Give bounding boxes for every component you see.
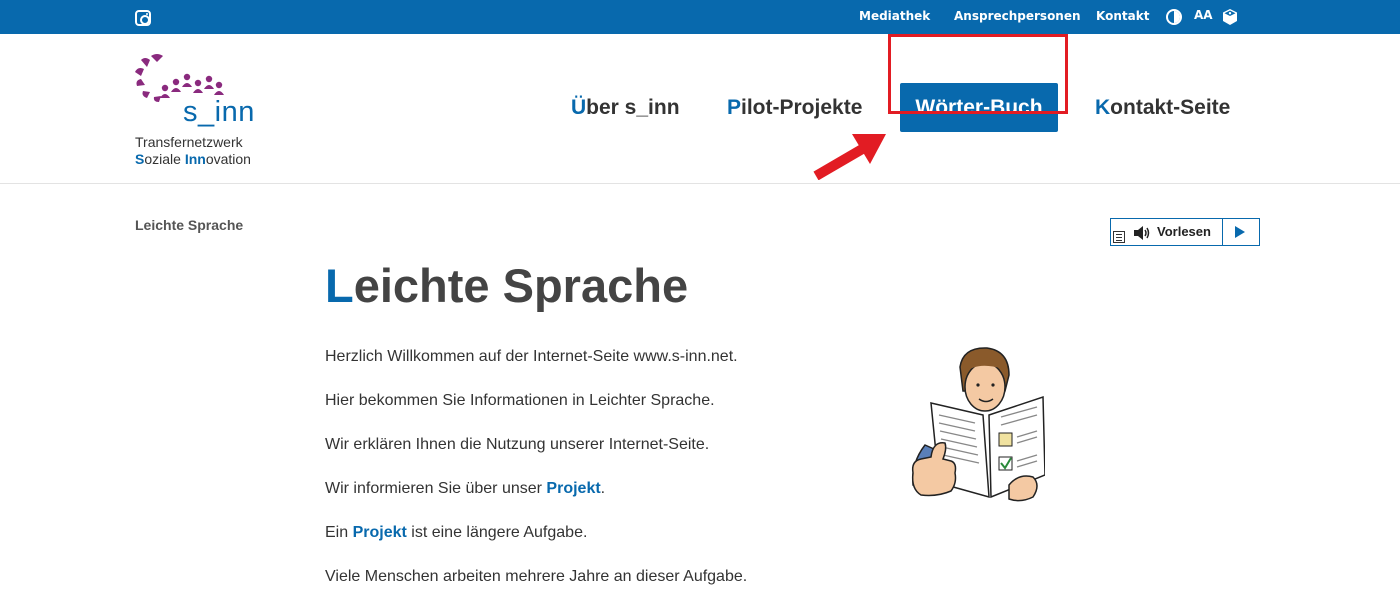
site-logo[interactable]: s_inn Transfernetzwerk Soziale Innovatio… [135,52,275,172]
paragraph-2: Hier bekommen Sie Informationen in Leich… [325,392,715,409]
contrast-icon[interactable] [1166,9,1182,25]
title-rest: eichte Sprache [353,259,689,312]
top-link-kontakt[interactable]: Kontakt [1096,0,1149,32]
paragraph-5: Ein Projekt ist eine längere Aufgabe. [325,524,587,542]
paragraph-text: ist eine längere Aufgabe. [406,524,588,541]
player-divider [1222,219,1223,245]
top-bar: Mediathek Ansprechpersonen Kontakt AA [0,0,1400,34]
nav-initial: P [727,96,742,119]
paragraph-text: Wir informieren Sie über unser [325,480,547,497]
player-menu-icon[interactable] [1113,231,1125,243]
pointer-arrow-icon [813,134,886,180]
logo-subtitle-1: Transfernetzwerk [135,134,243,150]
highlight-box [888,34,1068,114]
logo-sub-s: S [135,151,145,167]
paragraph-1: Herzlich Willkommen auf der Internet-Sei… [325,348,738,365]
nav-ueber-s-inn[interactable]: Über s_inn [571,96,680,120]
accessibility-icon[interactable] [1223,9,1237,25]
reading-person-illustration [911,347,1045,502]
speaker-icon [1134,226,1150,240]
player-label: Vorlesen [1157,224,1211,239]
site-header: s_inn Transfernetzwerk Soziale Innovatio… [0,34,1400,184]
paragraph-6: Viele Menschen arbeiten mehrere Jahre an… [325,568,748,585]
logo-sub-inn: Inn [184,151,206,167]
nav-initial: Ü [571,96,587,119]
read-aloud-player[interactable]: Vorlesen [1110,218,1260,246]
paragraph-3: Wir erklären Ihnen die Nutzung unserer I… [325,436,710,453]
font-size-label: AA [1194,8,1213,22]
paragraph-text: . [600,480,606,497]
nav-initial: K [1095,96,1111,119]
logo-wordmark: s_inn [183,96,255,128]
breadcrumb[interactable]: Leichte Sprache [135,217,243,233]
paragraph-4: Wir informieren Sie über unser Projekt. [325,480,605,498]
page-title: Leichte Sprache [325,258,688,313]
projekt-link[interactable]: Projekt [353,524,407,541]
nav-label: ontakt-Seite [1110,96,1231,119]
logo-sub-oziale: oziale [144,151,185,167]
projekt-link[interactable]: Projekt [546,480,600,497]
nav-kontakt-seite[interactable]: Kontakt-Seite [1095,96,1230,120]
nav-label: ber s_inn [586,96,680,119]
paragraph-text: Ein [325,524,353,541]
logo-sub-ovation: ovation [205,151,251,167]
top-link-mediathek[interactable]: Mediathek [859,0,930,32]
top-link-ansprechpersonen[interactable]: Ansprechpersonen [954,0,1081,32]
instagram-icon[interactable] [135,10,151,26]
play-icon[interactable] [1235,226,1245,238]
title-initial: L [325,259,354,312]
logo-subtitle-2: Soziale Innovation [135,151,251,167]
font-size-icon[interactable]: AA [1194,8,1213,22]
